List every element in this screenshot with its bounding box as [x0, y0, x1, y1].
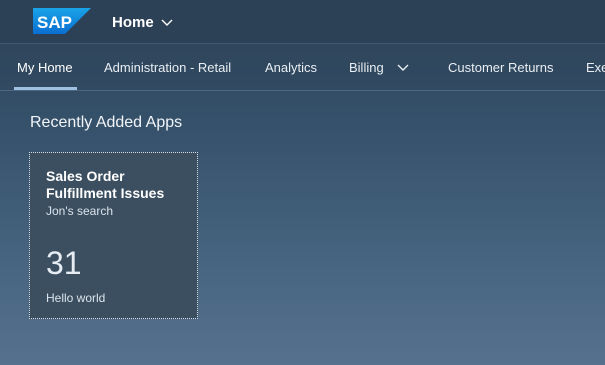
tab-label: Administration - Retail [104, 59, 232, 75]
tab-billing[interactable]: Billing [349, 44, 410, 90]
tile-title: Sales Order Fulfillment Issues [46, 168, 165, 201]
chevron-down-icon [397, 64, 409, 71]
active-tab-indicator [14, 87, 77, 90]
tile-subtitle: Jon's search [46, 204, 113, 218]
home-title-label: Home [112, 13, 154, 31]
app-tile[interactable]: Sales Order Fulfillment Issues Jon's sea… [29, 152, 198, 319]
tab-label: Exe [586, 59, 605, 75]
svg-text:SAP: SAP [37, 13, 72, 32]
tab-exe[interactable]: Exe [586, 44, 605, 90]
tile-count: 31 [46, 245, 82, 281]
tab-analytics[interactable]: Analytics [265, 44, 317, 90]
tab-label: Billing [349, 59, 384, 75]
sap-logo[interactable]: SAP [33, 8, 91, 34]
tab-label: Analytics [265, 59, 318, 75]
navigation-tabs: My Home Administration - Retail Analytic… [0, 44, 605, 91]
tab-administration-retail[interactable]: Administration - Retail [104, 44, 231, 90]
tile-footer: Hello world [46, 291, 106, 305]
tab-label: My Home [17, 59, 73, 75]
tab-my-home[interactable]: My Home [17, 44, 73, 90]
chevron-down-icon [161, 19, 173, 26]
tab-customer-returns[interactable]: Customer Returns [448, 44, 553, 90]
home-title-menu[interactable]: Home [112, 12, 174, 32]
shell-bar: SAP Home [0, 0, 605, 44]
tab-label: Customer Returns [448, 59, 554, 75]
section-title: Recently Added Apps [30, 114, 183, 131]
